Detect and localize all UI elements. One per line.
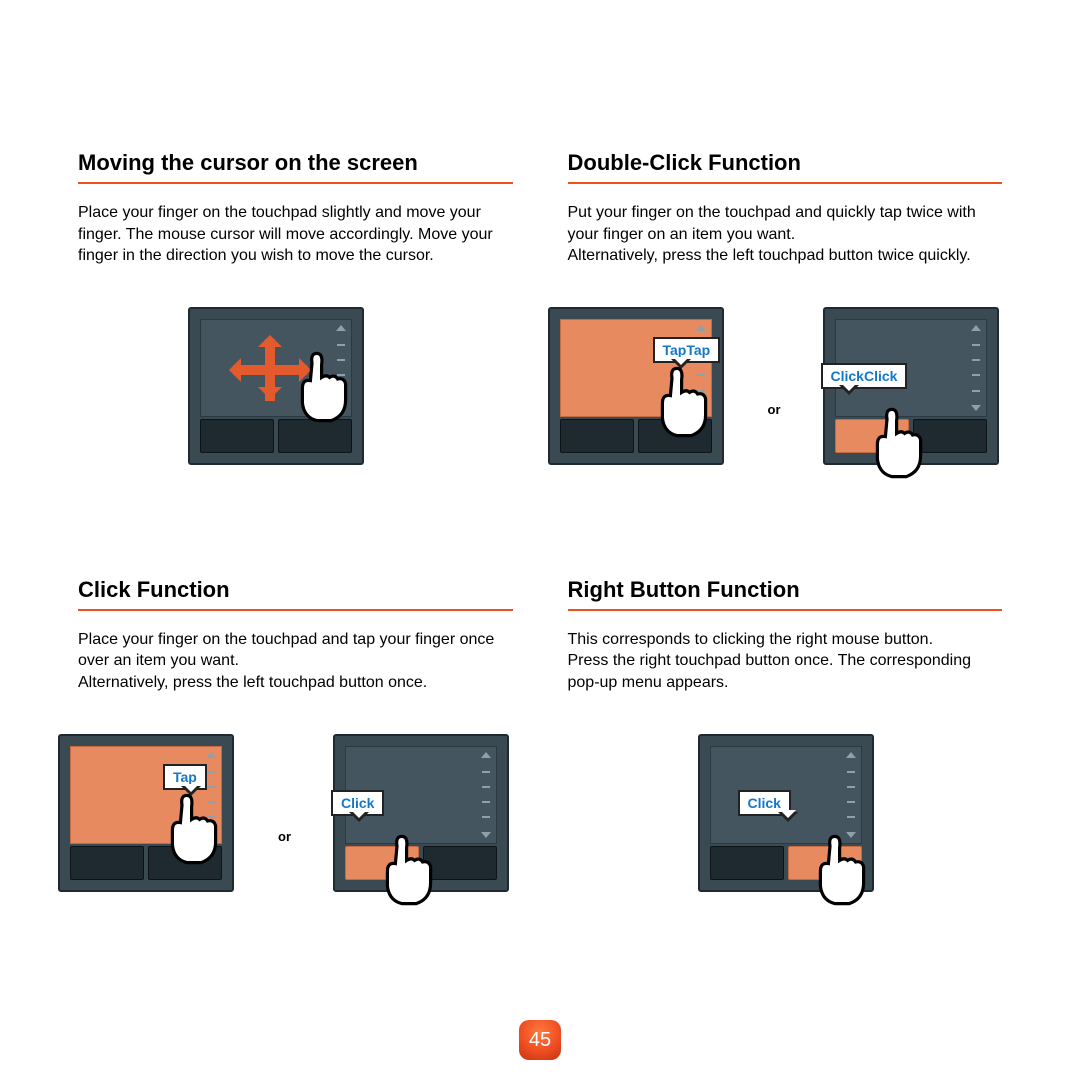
hand-icon — [648, 362, 728, 442]
callout-tap: Tap — [163, 764, 207, 790]
illustration-click: Tap or Click — [78, 734, 513, 934]
section-body: This corresponds to clicking the right m… — [568, 629, 1003, 694]
callout-label: TapTap — [663, 342, 711, 358]
callout-label: ClickClick — [831, 368, 898, 384]
hand-icon — [863, 403, 943, 483]
callout-label: Click — [748, 795, 781, 811]
callout-click: Click — [738, 790, 791, 816]
section-body: Place your finger on the touchpad slight… — [78, 202, 513, 267]
callout-label: Tap — [173, 769, 197, 785]
section-moving-cursor: Moving the cursor on the screen Place yo… — [78, 150, 513, 507]
hand-icon — [806, 830, 886, 910]
section-double-click: Double-Click Function Put your finger on… — [568, 150, 1003, 507]
illustration-right-button: Click — [568, 734, 1003, 934]
section-body: Place your finger on the touchpad and ta… — [78, 629, 513, 694]
hand-icon — [158, 789, 238, 869]
callout-label: Click — [341, 795, 374, 811]
callout-taptap: TapTap — [653, 337, 721, 363]
or-label: or — [768, 402, 781, 417]
section-title: Moving the cursor on the screen — [78, 150, 513, 184]
callout-clickclick: ClickClick — [821, 363, 908, 389]
section-title: Click Function — [78, 577, 513, 611]
page-number: 45 — [519, 1020, 561, 1060]
section-click: Click Function Place your finger on the … — [78, 577, 513, 934]
callout-click: Click — [331, 790, 384, 816]
hand-icon — [373, 830, 453, 910]
section-body: Put your finger on the touchpad and quic… — [568, 202, 1003, 267]
illustration-moving-cursor — [78, 307, 513, 507]
section-title: Right Button Function — [568, 577, 1003, 611]
section-title: Double-Click Function — [568, 150, 1003, 184]
section-right-button: Right Button Function This corresponds t… — [568, 577, 1003, 934]
hand-icon — [288, 347, 368, 427]
or-label: or — [278, 829, 291, 844]
illustration-double-click: TapTap or ClickClick — [568, 307, 1003, 507]
